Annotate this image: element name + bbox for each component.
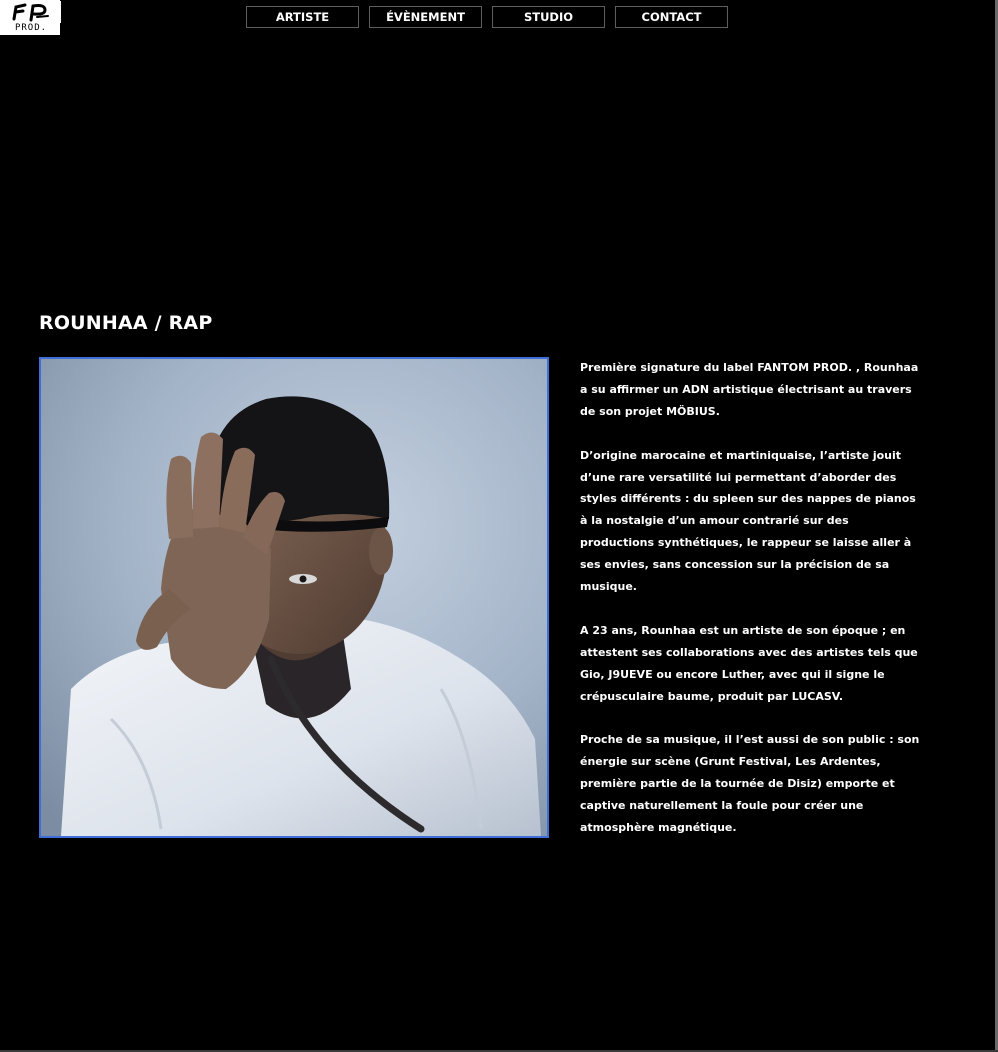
- bio-paragraph: Première signature du label FANTOM PROD.…: [580, 361, 919, 418]
- bio-paragraph: A 23 ans, Rounhaa est un artiste de son …: [580, 623, 918, 703]
- nav-contact-button[interactable]: CONTACT: [615, 6, 728, 28]
- artist-photo: [39, 357, 549, 838]
- fantom-prod-logo[interactable]: PROD.: [0, 0, 61, 35]
- bio-paragraph: D’origine marocaine et martiniquaise, l’…: [580, 448, 916, 594]
- logo-subtitle: PROD.: [14, 23, 48, 33]
- fp-logo-mark: [1, 1, 61, 23]
- nav-artiste-button[interactable]: ARTISTE: [246, 6, 359, 28]
- bio-paragraph: Proche de sa musique, il l’est aussi de …: [580, 733, 920, 834]
- artist-bio: Première signature du label FANTOM PROD.…: [580, 357, 920, 861]
- main-nav: ARTISTE ÉVÈNEMENT STUDIO CONTACT: [246, 6, 728, 28]
- artist-portrait-illustration: [41, 359, 547, 836]
- nav-studio-button[interactable]: STUDIO: [492, 6, 605, 28]
- nav-evenement-button[interactable]: ÉVÈNEMENT: [369, 6, 482, 28]
- artist-title: ROUNHAA / RAP: [39, 312, 213, 334]
